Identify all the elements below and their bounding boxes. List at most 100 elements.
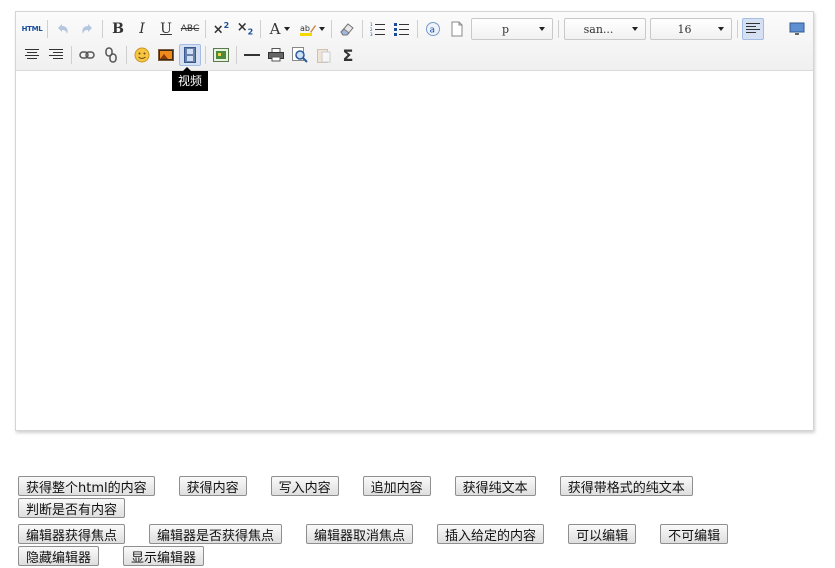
editor-content-area[interactable] — [16, 71, 813, 430]
button-row: 获得整个html的内容 获得内容 写入内容 追加内容 获得纯文本 获得带格式的纯… — [18, 476, 828, 498]
fullscreen-button[interactable] — [786, 18, 808, 40]
svg-text:a: a — [430, 26, 436, 36]
toolbar-separator — [260, 20, 261, 38]
font-color-button[interactable]: A — [265, 18, 295, 40]
undo-icon — [58, 24, 68, 34]
blur-editor-button[interactable]: 编辑器取消焦点 — [306, 524, 414, 544]
button-row: 编辑器获得焦点 编辑器是否获得焦点 编辑器取消焦点 插入给定的内容 可以编辑 不… — [18, 524, 828, 546]
disable-editing-button[interactable]: 不可编辑 — [660, 524, 729, 544]
chevron-down-icon — [284, 27, 291, 31]
has-content-button[interactable]: 判断是否有内容 — [18, 498, 126, 518]
unordered-list-button[interactable] — [391, 18, 413, 40]
horizontal-rule-button[interactable] — [241, 44, 263, 66]
formula-button[interactable]: Σ — [337, 44, 359, 66]
toolbar-separator — [205, 46, 206, 64]
focus-editor-button[interactable]: 编辑器获得焦点 — [18, 524, 126, 544]
font-color-icon: A — [269, 19, 281, 38]
hide-editor-button[interactable]: 隐藏编辑器 — [18, 546, 100, 566]
block-format-select[interactable]: p — [471, 18, 553, 40]
svg-text:ab: ab — [300, 24, 310, 33]
font-family-select[interactable]: san... — [564, 18, 646, 40]
ordered-list-button[interactable]: 1 2 3 — [367, 18, 389, 40]
get-all-html-button[interactable]: 获得整个html的内容 — [18, 476, 155, 496]
tooltip-video: 视频 — [172, 67, 209, 91]
align-center-button[interactable] — [21, 44, 43, 66]
italic-button[interactable]: I — [131, 18, 153, 40]
document-icon — [451, 21, 463, 37]
insert-video-button[interactable] — [179, 44, 201, 66]
undo-button[interactable] — [52, 18, 74, 40]
clipboard-icon — [317, 49, 331, 63]
toolbar-separator — [205, 20, 206, 38]
svg-text:3: 3 — [370, 32, 373, 36]
anchor-icon: a — [426, 22, 440, 36]
insert-chart-button[interactable] — [210, 44, 232, 66]
printer-icon — [268, 48, 284, 62]
font-size-select[interactable]: 16 — [650, 18, 732, 40]
chevron-down-icon — [632, 27, 638, 31]
button-row: 判断是否有内容 — [18, 498, 828, 520]
strikethrough-icon: ABC — [180, 24, 200, 34]
superscript-button[interactable]: ×2 — [210, 18, 232, 40]
new-document-button[interactable] — [446, 18, 468, 40]
toolbar-separator — [331, 20, 332, 38]
align-right-button[interactable] — [45, 44, 67, 66]
insert-image-button[interactable] — [155, 44, 177, 66]
unlink-icon — [105, 47, 117, 63]
toolbar-separator — [362, 20, 363, 38]
redo-button[interactable] — [76, 18, 98, 40]
clear-format-button[interactable] — [336, 18, 358, 40]
insert-given-content-button[interactable]: 插入给定的内容 — [437, 524, 545, 544]
toolbar-separator — [417, 20, 418, 38]
monitor-icon — [789, 22, 805, 35]
bold-button[interactable]: B — [107, 18, 129, 40]
get-plain-text-button[interactable]: 获得纯文本 — [454, 476, 536, 496]
sigma-icon: Σ — [342, 45, 354, 65]
insert-link-button[interactable] — [76, 44, 98, 66]
ordered-list-icon: 1 2 3 — [370, 22, 385, 36]
print-button[interactable] — [265, 44, 287, 66]
toolbar-row-2: Σ — [20, 43, 360, 67]
font-size-value: 16 — [677, 22, 692, 36]
button-row: 隐藏编辑器 显示编辑器 — [18, 546, 828, 568]
emoticon-button[interactable] — [131, 44, 153, 66]
rich-text-editor: HTML B I U ABC ×2 ×2 A ab 1 2 3 a p san.… — [15, 11, 814, 431]
highlight-color-button[interactable]: ab — [297, 18, 327, 40]
subscript-button[interactable]: ×2 — [234, 18, 256, 40]
align-left-button[interactable] — [742, 18, 764, 40]
smiley-icon — [134, 47, 150, 63]
font-family-value: san... — [583, 22, 614, 36]
anchor-button[interactable]: a — [422, 18, 444, 40]
strikethrough-button[interactable]: ABC — [179, 18, 201, 40]
toolbar-separator — [126, 46, 127, 64]
append-content-button[interactable]: 追加内容 — [362, 476, 431, 496]
action-buttons: 获得整个html的内容 获得内容 写入内容 追加内容 获得纯文本 获得带格式的纯… — [18, 476, 828, 568]
align-center-icon — [25, 49, 39, 59]
link-icon — [79, 51, 95, 59]
show-editor-button[interactable]: 显示编辑器 — [123, 546, 205, 566]
is-focused-button[interactable]: 编辑器是否获得焦点 — [149, 524, 283, 544]
preview-button[interactable] — [289, 44, 311, 66]
toolbar-separator — [47, 20, 48, 38]
chevron-down-icon — [539, 27, 545, 31]
toolbar-separator — [236, 46, 237, 64]
bold-icon: B — [112, 21, 124, 37]
source-html-button[interactable]: HTML — [21, 18, 43, 40]
chevron-down-icon — [318, 27, 325, 31]
enable-editing-button[interactable]: 可以编辑 — [568, 524, 637, 544]
get-content-button[interactable]: 获得内容 — [178, 476, 247, 496]
set-content-button[interactable]: 写入内容 — [270, 476, 339, 496]
eraser-icon — [340, 23, 354, 36]
underline-icon: U — [160, 21, 172, 37]
paste-plain-button[interactable] — [313, 44, 335, 66]
html-icon: HTML — [21, 25, 43, 33]
unordered-list-icon — [394, 23, 409, 36]
toolbar-separator — [737, 20, 738, 38]
toolbar-separator — [71, 46, 72, 64]
get-formatted-plain-text-button[interactable]: 获得带格式的纯文本 — [559, 476, 693, 496]
toolbar-separator — [558, 20, 559, 38]
unlink-button[interactable] — [100, 44, 122, 66]
toolbar-separator — [102, 20, 103, 38]
underline-button[interactable]: U — [155, 18, 177, 40]
align-left-icon — [746, 23, 760, 33]
